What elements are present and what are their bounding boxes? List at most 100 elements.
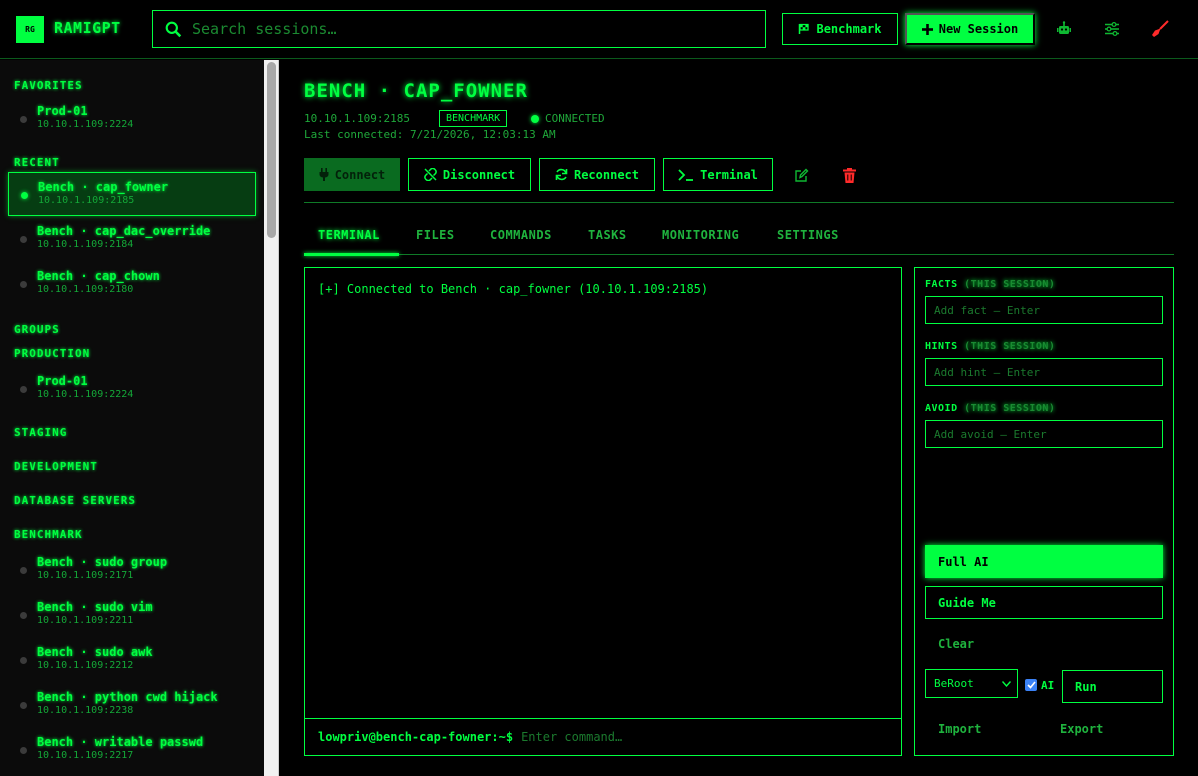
terminal-icon — [678, 168, 694, 181]
plus-icon — [921, 23, 933, 35]
main-panel: BENCH · CAP_FOWNER 10.10.1.109:2185 BENC… — [280, 60, 1198, 776]
status-dot — [20, 657, 27, 664]
favorites-heading: FAVORITES — [14, 79, 83, 92]
avoid-label-text: AVOID — [925, 403, 958, 414]
app-brand: RAMIGPT — [54, 19, 121, 37]
sidebar-item-sudo-group[interactable]: Bench · sudo group 10.10.1.109:2171 — [8, 548, 256, 592]
tab-tasks[interactable]: TASKS — [588, 228, 627, 242]
connect-button[interactable]: Connect — [304, 158, 400, 191]
status-dot — [20, 567, 27, 574]
ai-checkbox-label: AI — [1041, 679, 1055, 692]
robot-icon[interactable] — [1055, 19, 1073, 39]
facts-label-text: FACTS — [925, 279, 958, 290]
status-dot — [20, 116, 27, 123]
facts-label: FACTS (THIS SESSION) — [925, 279, 1055, 290]
group-staging[interactable]: STAGING — [14, 426, 67, 439]
group-development[interactable]: DEVELOPMENT — [14, 460, 98, 473]
edit-icon[interactable] — [792, 166, 810, 184]
tool-select-value: BeRoot — [934, 677, 974, 690]
export-button[interactable]: Export — [1060, 722, 1103, 736]
chevron-down-icon — [1002, 680, 1011, 687]
recent-heading: RECENT — [14, 156, 60, 169]
tab-bar: TERMINAL FILES COMMANDS TASKS MONITORING… — [304, 226, 1174, 256]
terminal-button-label: Terminal — [700, 167, 758, 182]
session-title: BENCH · CAP_FOWNER — [304, 80, 528, 102]
sliders-icon[interactable] — [1103, 19, 1121, 39]
disconnect-button[interactable]: Disconnect — [408, 158, 531, 191]
ai-side-panel: FACTS (THIS SESSION) HINTS (THIS SESSION… — [914, 267, 1174, 756]
sidebar-item-cap-chown[interactable]: Bench · cap_chown 10.10.1.109:2180 — [8, 262, 256, 306]
session-name: Bench · python cwd hijack — [37, 690, 218, 704]
status-dot — [531, 114, 539, 123]
tab-commands[interactable]: COMMANDS — [490, 228, 552, 242]
connect-button-label: Connect — [334, 167, 386, 182]
avoid-input[interactable] — [925, 420, 1163, 448]
avoid-label: AVOID (THIS SESSION) — [925, 403, 1055, 414]
status-dot — [20, 236, 27, 243]
search-bar — [152, 10, 766, 48]
this-session-note: (THIS SESSION) — [964, 341, 1056, 352]
last-connected: Last connected: 7/21/2026, 12:03:13 AM — [304, 128, 556, 141]
session-address: 10.10.1.109:2185 — [304, 112, 410, 125]
tab-terminal[interactable]: TERMINAL — [318, 228, 380, 242]
tab-settings[interactable]: SETTINGS — [777, 228, 839, 242]
terminal-prompt: lowpriv@bench-cap-fowner:~$ — [318, 730, 514, 744]
tab-files[interactable]: FILES — [416, 228, 455, 242]
session-address: 10.10.1.109:2224 — [37, 119, 134, 130]
delete-icon[interactable] — [840, 166, 858, 184]
sidebar: FAVORITES Prod-01 10.10.1.109:2224 RECEN… — [0, 60, 264, 776]
tab-monitoring[interactable]: MONITORING — [662, 228, 739, 242]
session-address: 10.10.1.109:2217 — [37, 750, 134, 761]
terminal-command-input[interactable] — [521, 730, 872, 744]
unlink-icon — [423, 168, 437, 181]
group-production[interactable]: PRODUCTION — [14, 347, 90, 360]
sidebar-item-python-cwd-hijack[interactable]: Bench · python cwd hijack 10.10.1.109:22… — [8, 683, 256, 727]
terminal-panel[interactable]: [+] Connected to Bench · cap_fowner (10.… — [304, 267, 902, 756]
session-badge: BENCHMARK — [439, 110, 508, 127]
session-name: Bench · cap_chown — [37, 269, 160, 283]
disconnect-button-label: Disconnect — [442, 167, 516, 182]
session-address: 10.10.1.109:2185 — [38, 195, 135, 206]
session-address: 10.10.1.109:2238 — [37, 705, 134, 716]
hints-input[interactable] — [925, 358, 1163, 386]
new-session-button[interactable]: New Session — [905, 13, 1035, 45]
sidebar-item-prod-01[interactable]: Prod-01 10.10.1.109:2224 — [8, 367, 256, 411]
guide-me-button[interactable]: Guide Me — [925, 586, 1163, 619]
tool-select[interactable]: BeRoot — [925, 669, 1018, 698]
session-name: Bench · sudo awk — [37, 645, 153, 659]
sidebar-item-cap-fowner[interactable]: Bench · cap_fowner 10.10.1.109:2185 — [8, 172, 256, 216]
session-name: Bench · sudo group — [37, 555, 168, 569]
group-database-servers[interactable]: DATABASE SERVERS — [14, 494, 136, 507]
refresh-icon — [555, 168, 568, 181]
plug-icon — [319, 168, 329, 181]
sidebar-item-sudo-vim[interactable]: Bench · sudo vim 10.10.1.109:2211 — [8, 593, 256, 637]
sidebar-item-prod-01-favorite[interactable]: Prod-01 10.10.1.109:2224 — [8, 97, 256, 141]
facts-input[interactable] — [925, 296, 1163, 324]
this-session-note: (THIS SESSION) — [964, 279, 1056, 290]
search-input[interactable] — [192, 20, 752, 38]
sidebar-item-cap-dac-override[interactable]: Bench · cap_dac_override 10.10.1.109:218… — [8, 217, 256, 261]
reconnect-button[interactable]: Reconnect — [539, 158, 655, 191]
run-button[interactable]: Run — [1062, 670, 1163, 703]
sidebar-item-sudo-awk[interactable]: Bench · sudo awk 10.10.1.109:2212 — [8, 638, 256, 682]
terminal-button[interactable]: Terminal — [663, 158, 773, 191]
status-dot — [20, 612, 27, 619]
benchmark-button[interactable]: Benchmark — [782, 13, 898, 45]
full-ai-button[interactable]: Full AI — [925, 545, 1163, 578]
status-dot — [21, 192, 28, 199]
groups-heading: GROUPS — [14, 323, 60, 336]
ai-checkbox[interactable] — [1025, 679, 1037, 691]
broom-icon[interactable] — [1151, 19, 1169, 39]
sidebar-item-writable-passwd[interactable]: Bench · writable passwd 10.10.1.109:2217 — [8, 728, 256, 772]
group-benchmark[interactable]: BENCHMARK — [14, 528, 83, 541]
terminal-input-row: lowpriv@bench-cap-fowner:~$ — [305, 718, 901, 755]
session-name: Prod-01 — [37, 374, 88, 388]
app-logo: RG — [16, 16, 44, 43]
hints-label: HINTS (THIS SESSION) — [925, 341, 1055, 352]
check-icon — [1026, 681, 1036, 689]
scrollbar-thumb[interactable] — [267, 62, 276, 238]
session-name: Bench · cap_dac_override — [37, 224, 211, 238]
clear-button[interactable]: Clear — [938, 637, 974, 651]
import-button[interactable]: Import — [938, 722, 981, 736]
sidebar-scrollbar[interactable] — [264, 60, 279, 776]
